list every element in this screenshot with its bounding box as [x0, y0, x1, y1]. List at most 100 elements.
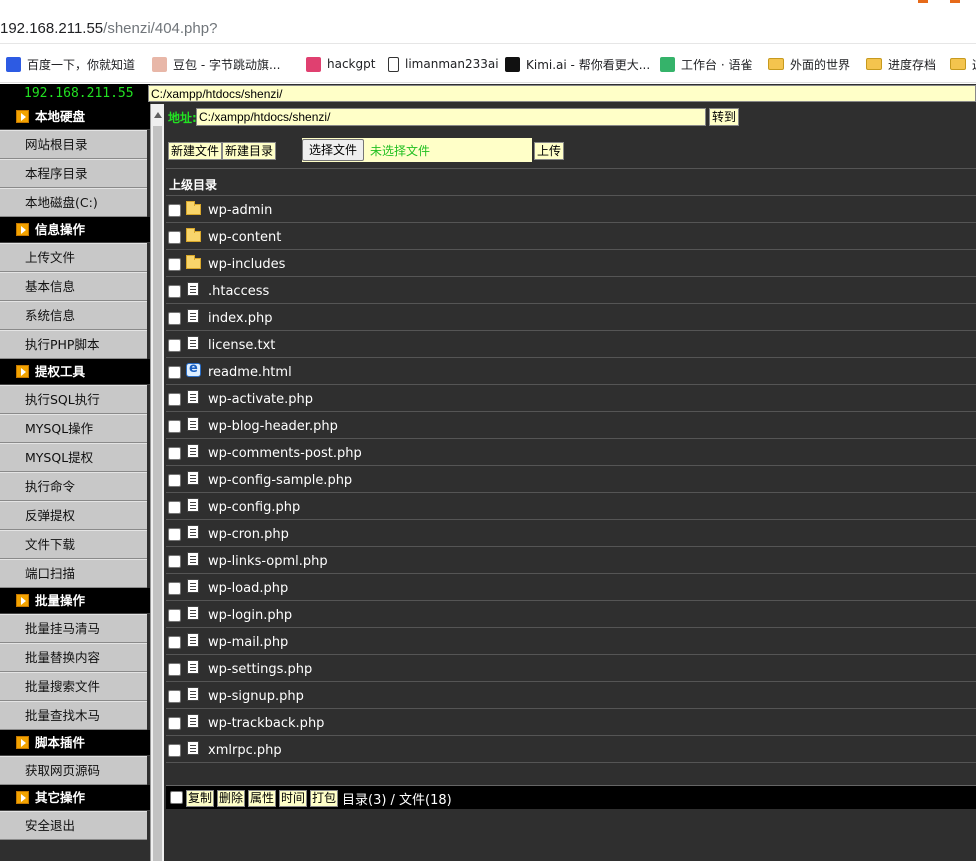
- file-name-link[interactable]: index.php: [208, 311, 272, 326]
- sidebar-item[interactable]: 执行SQL执行: [0, 385, 147, 414]
- document-icon: [388, 56, 399, 72]
- file-name-link[interactable]: .htaccess: [208, 284, 269, 299]
- file-name-link[interactable]: wp-cron.php: [208, 527, 289, 542]
- file-name-link[interactable]: license.txt: [208, 338, 275, 353]
- row-checkbox[interactable]: [168, 420, 181, 433]
- bulk-action-button[interactable]: 属性: [248, 790, 277, 807]
- row-checkbox[interactable]: [168, 744, 181, 757]
- row-checkbox[interactable]: [168, 474, 181, 487]
- file-name-link[interactable]: wp-activate.php: [208, 392, 313, 407]
- file-name-link[interactable]: wp-admin: [208, 203, 272, 218]
- sidebar-item[interactable]: 批量查找木马: [0, 701, 147, 730]
- sidebar-item[interactable]: 文件下载: [0, 530, 147, 559]
- row-checkbox[interactable]: [168, 366, 181, 379]
- goto-button[interactable]: 转到: [709, 108, 740, 126]
- section-title: 本地硬盘: [35, 109, 86, 124]
- sidebar-item[interactable]: 执行PHP脚本: [0, 330, 147, 359]
- row-checkbox[interactable]: [168, 258, 181, 271]
- address-bar[interactable]: 192.168.211.55/shenzi/404.php?: [0, 14, 976, 44]
- file-icon: [187, 336, 199, 350]
- row-checkbox[interactable]: [168, 501, 181, 514]
- row-checkbox[interactable]: [168, 663, 181, 676]
- sidebar-item[interactable]: MYSQL操作: [0, 414, 147, 443]
- sidebar-item[interactable]: 获取网页源码: [0, 756, 147, 785]
- file-name-link[interactable]: wp-signup.php: [208, 689, 304, 704]
- file-name-link[interactable]: wp-content: [208, 230, 281, 245]
- folder-icon: [950, 58, 966, 70]
- new-file-button[interactable]: 新建文件: [168, 142, 223, 160]
- row-checkbox[interactable]: [168, 231, 181, 244]
- upload-button[interactable]: 上传: [534, 142, 565, 160]
- sidebar-item[interactable]: 批量替换内容: [0, 643, 147, 672]
- file-icon: [187, 633, 199, 647]
- file-name-link[interactable]: wp-mail.php: [208, 635, 288, 650]
- parent-dir-link[interactable]: 上级目录: [169, 176, 217, 193]
- scroll-up-icon[interactable]: [154, 112, 162, 118]
- file-name-link[interactable]: xmlrpc.php: [208, 743, 282, 758]
- bulk-action-button[interactable]: 删除: [217, 790, 246, 807]
- sidebar-item[interactable]: 批量搜索文件: [0, 672, 147, 701]
- file-row: wp-load.php: [166, 574, 976, 601]
- bulk-action-button[interactable]: 时间: [279, 790, 308, 807]
- bookmark-item[interactable]: 外面的世界: [768, 55, 850, 73]
- kimi-icon: [505, 56, 520, 72]
- bookmark-item[interactable]: limanman233ai: [388, 55, 499, 73]
- file-name-link[interactable]: readme.html: [208, 365, 292, 380]
- bookmark-item[interactable]: hackgpt: [306, 55, 375, 73]
- sidebar-item[interactable]: 执行命令: [0, 472, 147, 501]
- bookmark-label: Kimi.ai - 帮你看更大...: [526, 57, 651, 72]
- bookmark-item[interactable]: 百度一下，你就知道: [6, 55, 135, 73]
- new-folder-button[interactable]: 新建目录: [222, 142, 277, 160]
- row-checkbox[interactable]: [168, 555, 181, 568]
- row-checkbox[interactable]: [168, 609, 181, 622]
- row-checkbox[interactable]: [168, 528, 181, 541]
- sidebar-item[interactable]: 本程序目录: [0, 159, 147, 188]
- sidebar-section-header: 信息操作: [0, 217, 150, 243]
- row-checkbox[interactable]: [168, 393, 181, 406]
- row-checkbox[interactable]: [168, 582, 181, 595]
- file-name-link[interactable]: wp-comments-post.php: [208, 446, 362, 461]
- sidebar-item[interactable]: 端口扫描: [0, 559, 147, 588]
- url-text[interactable]: 192.168.211.55/shenzi/404.php?: [0, 20, 217, 37]
- scrollbar[interactable]: [150, 104, 164, 861]
- bulk-action-button[interactable]: 打包: [310, 790, 339, 807]
- bulk-action-button[interactable]: 复制: [186, 790, 215, 807]
- file-row: wp-blog-header.php: [166, 412, 976, 439]
- row-checkbox[interactable]: [168, 636, 181, 649]
- row-checkbox[interactable]: [168, 339, 181, 352]
- parent-dir-row[interactable]: 上级目录: [166, 168, 976, 196]
- sidebar-item[interactable]: 基本信息: [0, 272, 147, 301]
- sidebar-item[interactable]: 本地磁盘(C:): [0, 188, 147, 217]
- file-name-link[interactable]: wp-includes: [208, 257, 285, 272]
- row-checkbox[interactable]: [168, 447, 181, 460]
- file-name-link[interactable]: wp-blog-header.php: [208, 419, 338, 434]
- bookmark-item[interactable]: 豆包 - 字节跳动旗...: [152, 55, 280, 73]
- file-name-link[interactable]: wp-load.php: [208, 581, 288, 596]
- sidebar-item[interactable]: 网站根目录: [0, 130, 147, 159]
- select-all-checkbox[interactable]: [170, 791, 183, 804]
- bookmark-item[interactable]: 工作台 · 语雀: [660, 55, 752, 73]
- file-name-link[interactable]: wp-trackback.php: [208, 716, 324, 731]
- row-checkbox[interactable]: [168, 204, 181, 217]
- sidebar-item[interactable]: MYSQL提权: [0, 443, 147, 472]
- sidebar-item[interactable]: 反弹提权: [0, 501, 147, 530]
- row-checkbox[interactable]: [168, 285, 181, 298]
- file-name-link[interactable]: wp-config-sample.php: [208, 473, 352, 488]
- file-name-link[interactable]: wp-config.php: [208, 500, 300, 515]
- file-name-link[interactable]: wp-links-opml.php: [208, 554, 328, 569]
- bookmark-item[interactable]: 这: [950, 55, 976, 73]
- file-name-link[interactable]: wp-login.php: [208, 608, 292, 623]
- bookmark-item[interactable]: 进度存档: [866, 55, 936, 73]
- sidebar-item[interactable]: 安全退出: [0, 811, 147, 840]
- sidebar-item[interactable]: 批量挂马清马: [0, 614, 147, 643]
- sidebar-item[interactable]: 上传文件: [0, 243, 147, 272]
- path-input[interactable]: C:/xampp/htdocs/shenzi/: [196, 108, 706, 126]
- bookmark-item[interactable]: Kimi.ai - 帮你看更大...: [505, 55, 650, 73]
- row-checkbox[interactable]: [168, 690, 181, 703]
- sidebar-item[interactable]: 系统信息: [0, 301, 147, 330]
- row-checkbox[interactable]: [168, 717, 181, 730]
- scrollbar-thumb[interactable]: [153, 126, 162, 861]
- row-checkbox[interactable]: [168, 312, 181, 325]
- file-name-link[interactable]: wp-settings.php: [208, 662, 312, 677]
- choose-file-button[interactable]: 选择文件: [302, 139, 365, 161]
